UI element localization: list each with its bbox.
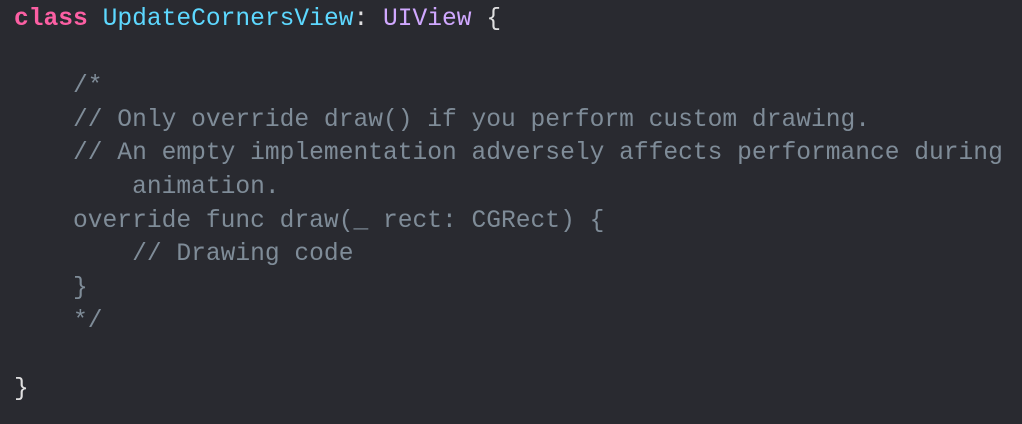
code-line: // Drawing code — [14, 238, 1003, 272]
code-line: } — [14, 272, 1003, 306]
code-line: // Only override draw() if you perform c… — [14, 104, 1003, 138]
plain-token: { — [471, 6, 502, 33]
code-line: class UpdateCornersView: UIView { — [14, 3, 1003, 37]
code-line: /* — [14, 70, 1003, 104]
code-line: } — [14, 373, 1003, 407]
comment-token: /* — [14, 73, 103, 101]
comment-token: } — [14, 274, 88, 302]
code-line: animation. — [14, 171, 1003, 205]
comment-token: animation. — [14, 173, 280, 201]
type-name-token: UIView — [383, 6, 472, 33]
comment-token: */ — [14, 308, 103, 336]
comment-token: // Only override draw() if you perform c… — [14, 106, 871, 134]
code-line: */ — [14, 305, 1003, 339]
plain-token: : — [353, 6, 383, 33]
keyword-token: class — [14, 6, 88, 33]
source-code[interactable]: class UpdateCornersView: UIView { /* // … — [14, 3, 1003, 406]
code-editor[interactable]: class UpdateCornersView: UIView { /* // … — [0, 0, 1022, 424]
comment-token: override func draw(_ rect: CGRect) { — [14, 207, 605, 235]
code-line: override func draw(_ rect: CGRect) { — [14, 205, 1003, 239]
comment-token: // Drawing code — [14, 241, 354, 269]
comment-token: // An empty implementation adversely aff… — [14, 140, 1003, 168]
code-line: // An empty implementation adversely aff… — [14, 137, 1003, 171]
class-name-token: UpdateCornersView — [102, 6, 354, 33]
plain-token: } — [14, 375, 29, 403]
